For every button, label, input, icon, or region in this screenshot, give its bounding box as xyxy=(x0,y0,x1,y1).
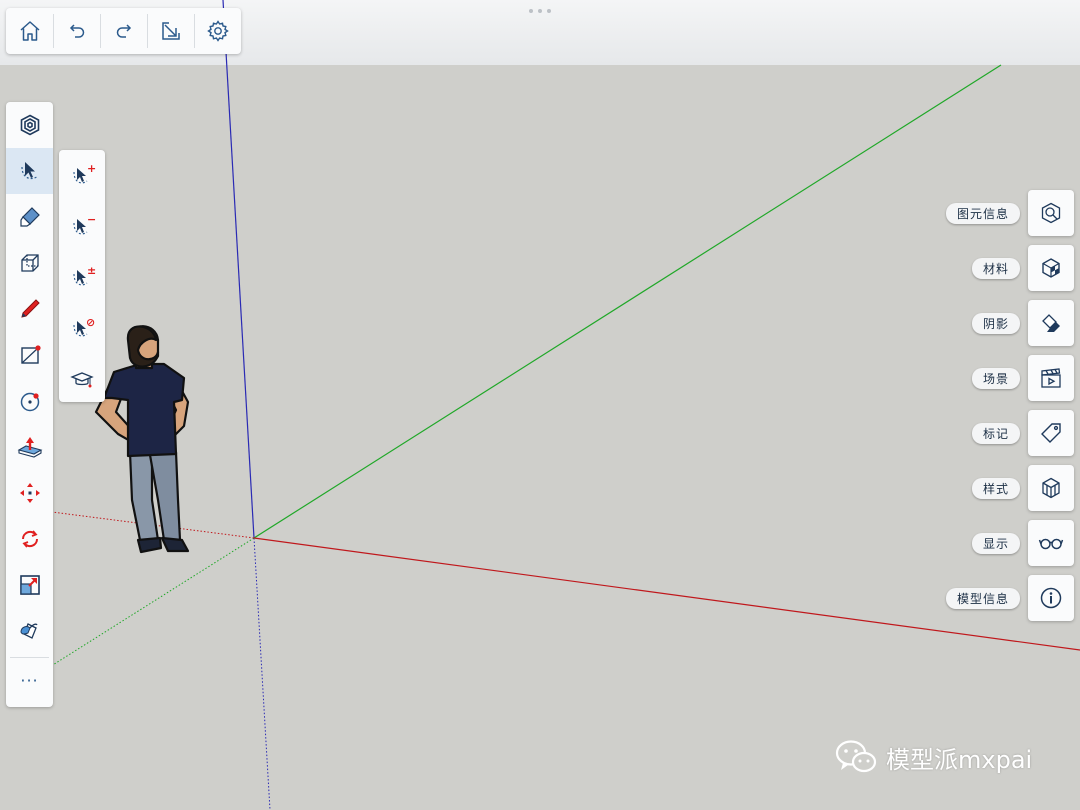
smart-push-button[interactable] xyxy=(6,240,53,286)
minus-mark: − xyxy=(87,214,96,226)
more-tools-button[interactable]: ··· xyxy=(6,658,53,704)
scale-button[interactable] xyxy=(6,562,53,608)
tray-model-info: 模型信息 xyxy=(945,575,1074,621)
rotate-icon xyxy=(21,530,38,548)
redo-icon xyxy=(116,24,131,38)
select-subtract-button[interactable]: − xyxy=(59,201,105,252)
box-icon xyxy=(20,254,39,272)
settings-button[interactable] xyxy=(194,8,241,54)
scenes-button[interactable] xyxy=(1028,355,1074,401)
push-pull-icon xyxy=(17,437,42,458)
watermark: 模型派mxpai xyxy=(834,737,1032,777)
green-axis xyxy=(253,64,1002,539)
top-toolbar xyxy=(6,8,241,54)
select-subtract-icon: − xyxy=(73,214,96,234)
rotate-button[interactable] xyxy=(6,516,53,562)
tray-label[interactable]: 样式 xyxy=(971,477,1020,499)
components-icon xyxy=(20,114,39,136)
shadows-button[interactable] xyxy=(1028,300,1074,346)
clear-mark: ⊘ xyxy=(86,316,95,329)
model-info-icon xyxy=(1040,587,1062,609)
pencil-icon xyxy=(20,299,40,318)
tray-label[interactable]: 模型信息 xyxy=(945,587,1020,609)
components-button[interactable] xyxy=(6,102,53,148)
select-add-icon: + xyxy=(73,163,96,183)
more-icon: ··· xyxy=(20,671,39,690)
tray-display: 显示 xyxy=(971,520,1074,566)
display-button[interactable] xyxy=(1028,520,1074,566)
paint-bucket-icon xyxy=(19,623,38,639)
materials-button[interactable] xyxy=(1028,245,1074,291)
model-viewport[interactable] xyxy=(0,0,1080,810)
move-button[interactable] xyxy=(6,470,53,516)
tray-scenes: 场景 xyxy=(971,355,1074,401)
plus-minus-mark: ± xyxy=(87,265,96,277)
move-icon xyxy=(19,483,40,503)
eraser-button[interactable] xyxy=(6,194,53,240)
paint-bucket-button[interactable] xyxy=(6,608,53,654)
left-toolbar: ··· xyxy=(6,102,53,707)
select-submenu: + − ± ⊘ xyxy=(59,150,105,402)
scale-icon xyxy=(19,575,40,595)
select-tool-button[interactable] xyxy=(6,148,53,194)
rectangle-button[interactable] xyxy=(6,332,53,378)
tags-icon xyxy=(1041,423,1061,443)
pencil-button[interactable] xyxy=(6,286,53,332)
tray-label[interactable]: 场景 xyxy=(971,367,1020,389)
scale-figure xyxy=(94,325,190,554)
tray-label[interactable]: 标记 xyxy=(971,422,1020,444)
select-toggle-icon: ± xyxy=(73,265,96,285)
blue-axis-negative xyxy=(253,537,271,810)
styles-icon xyxy=(1042,477,1060,499)
select-learn-button[interactable] xyxy=(59,354,105,405)
tray-label[interactable]: 阴影 xyxy=(971,312,1020,334)
undo-icon xyxy=(69,24,84,38)
tray-entity-info: 图元信息 xyxy=(945,190,1074,236)
eraser-icon xyxy=(19,207,40,227)
push-pull-button[interactable] xyxy=(6,424,53,470)
rectangle-icon xyxy=(20,345,41,364)
home-button[interactable] xyxy=(6,8,53,54)
tray-shadows: 阴影 xyxy=(971,300,1074,346)
entity-info-button[interactable] xyxy=(1028,190,1074,236)
select-icon xyxy=(20,162,38,180)
materials-icon xyxy=(1042,258,1060,278)
styles-button[interactable] xyxy=(1028,465,1074,511)
select-clear-icon: ⊘ xyxy=(73,316,95,336)
circle-icon xyxy=(20,392,39,412)
tray-styles: 样式 xyxy=(971,465,1074,511)
export-icon xyxy=(161,22,180,40)
circle-button[interactable] xyxy=(6,378,53,424)
tray-label[interactable]: 图元信息 xyxy=(945,202,1020,224)
tray-materials: 材料 xyxy=(971,245,1074,291)
scenes-icon xyxy=(1041,368,1061,388)
plus-mark: + xyxy=(87,163,96,175)
select-add-button[interactable]: + xyxy=(59,150,105,201)
display-icon xyxy=(1038,538,1064,550)
blue-axis xyxy=(222,0,255,539)
entity-info-icon xyxy=(1041,202,1061,224)
tray-label[interactable]: 材料 xyxy=(971,257,1020,279)
home-icon xyxy=(20,21,39,41)
wechat-icon xyxy=(835,740,877,773)
undo-button[interactable] xyxy=(53,8,100,54)
select-toggle-button[interactable]: ± xyxy=(59,252,105,303)
redo-button[interactable] xyxy=(100,8,147,54)
tags-button[interactable] xyxy=(1028,410,1074,456)
tray-label[interactable]: 显示 xyxy=(971,532,1020,554)
tray-tags: 标记 xyxy=(971,410,1074,456)
gear-icon xyxy=(206,20,229,42)
graduation-cap-icon xyxy=(70,371,94,387)
green-axis-negative xyxy=(47,537,255,669)
shadows-icon xyxy=(1042,314,1060,332)
watermark-text: 模型派mxpai xyxy=(886,745,1033,774)
drag-handle[interactable] xyxy=(529,9,551,15)
model-info-button[interactable] xyxy=(1028,575,1074,621)
export-button[interactable] xyxy=(147,8,194,54)
select-clear-button[interactable]: ⊘ xyxy=(59,303,105,354)
